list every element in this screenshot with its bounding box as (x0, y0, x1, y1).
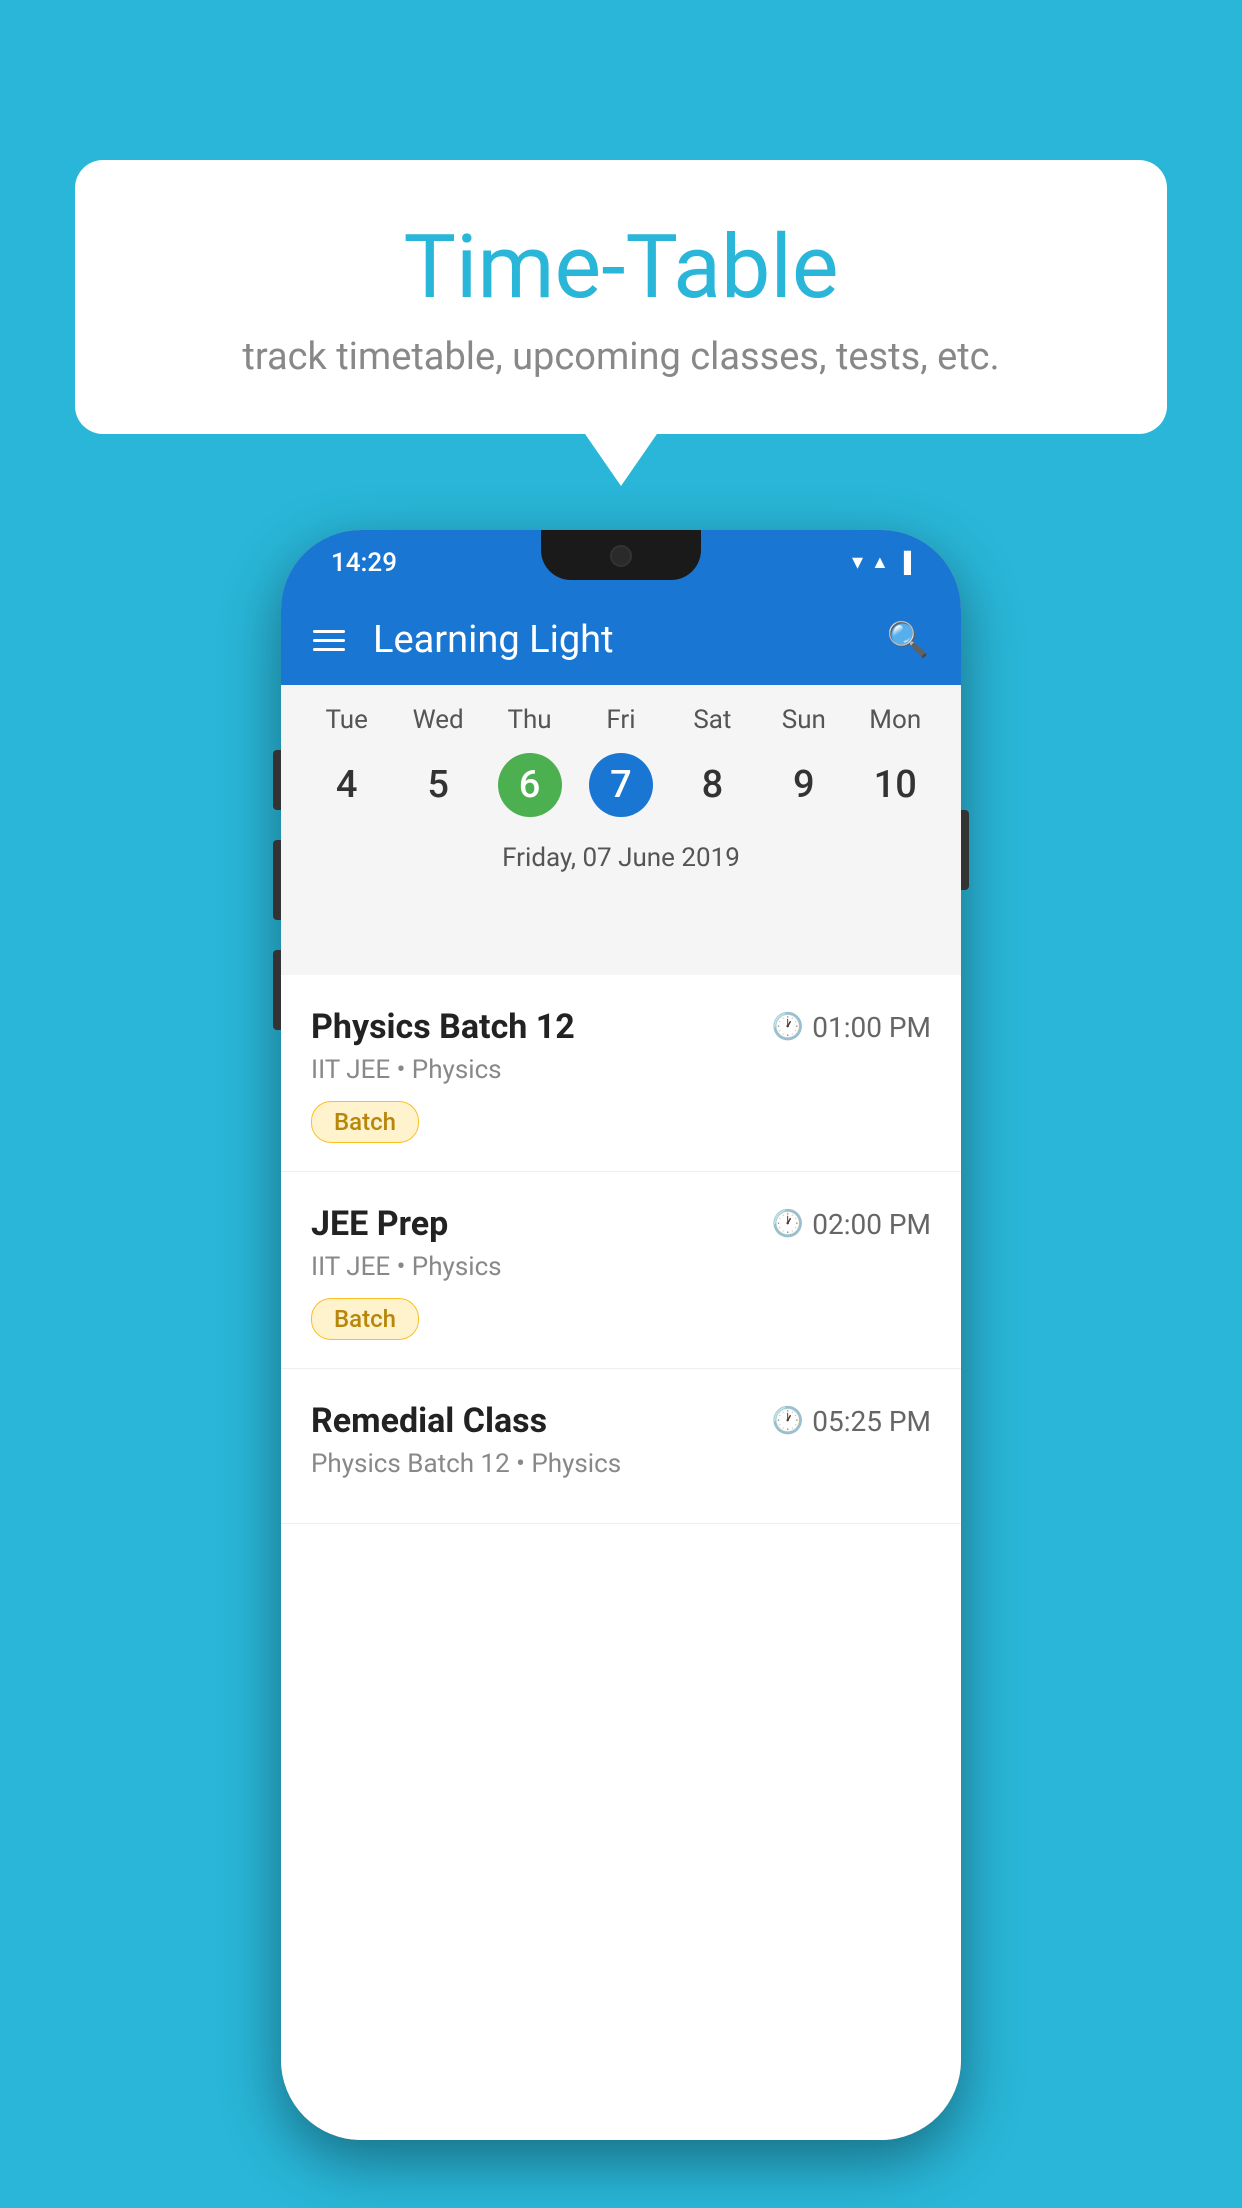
status-icons: ▾ ▲ ▐ (852, 550, 911, 575)
date-7-selected[interactable]: 7 (575, 745, 666, 825)
app-title: Learning Light (373, 618, 859, 662)
schedule-item-jee-prep[interactable]: JEE Prep 🕐 02:00 PM IIT JEE • Physics Ba… (281, 1172, 961, 1369)
speech-bubble-container: Time-Table track timetable, upcoming cla… (75, 160, 1167, 434)
schedule-time-3: 🕐 05:25 PM (772, 1405, 931, 1438)
schedule-item-physics-batch[interactable]: Physics Batch 12 🕐 01:00 PM IIT JEE • Ph… (281, 975, 961, 1172)
schedule-time-1: 🕐 01:00 PM (772, 1011, 931, 1044)
time-value-1: 01:00 PM (812, 1011, 931, 1044)
clock-icon-2: 🕐 (772, 1209, 804, 1239)
day-thu: Thu (484, 705, 575, 735)
phone-screen: 14:29 ▾ ▲ ▐ Learning Light 🔍 (281, 530, 961, 2140)
day-tue: Tue (301, 705, 392, 735)
menu-button[interactable] (313, 630, 345, 651)
volume-up-button (273, 840, 281, 920)
front-camera (610, 545, 632, 567)
battery-icon: ▐ (897, 550, 911, 575)
schedule-item-header-3: Remedial Class 🕐 05:25 PM (311, 1401, 931, 1441)
signal-icon: ▲ (871, 552, 889, 573)
clock-icon-3: 🕐 (772, 1406, 804, 1436)
calendar-section: Tue Wed Thu Fri Sat Sun Mon 4 5 (281, 685, 961, 891)
date-9[interactable]: 9 (758, 745, 849, 825)
schedule-subtitle-3: Physics Batch 12 • Physics (311, 1449, 931, 1479)
volume-down-button (273, 950, 281, 1030)
day-wed: Wed (392, 705, 483, 735)
schedule-item-header-2: JEE Prep 🕐 02:00 PM (311, 1204, 931, 1244)
phone-mockup: 14:29 ▾ ▲ ▐ Learning Light 🔍 (281, 530, 961, 2140)
date-row: 4 5 6 7 8 9 (281, 740, 961, 833)
date-10[interactable]: 10 (850, 745, 941, 825)
clock-icon-1: 🕐 (772, 1012, 804, 1042)
bubble-title: Time-Table (115, 220, 1127, 317)
time-value-2: 02:00 PM (812, 1208, 931, 1241)
schedule-subtitle-2: IIT JEE • Physics (311, 1252, 931, 1282)
schedule-item-header-1: Physics Batch 12 🕐 01:00 PM (311, 1007, 931, 1047)
selected-date-label: Friday, 07 June 2019 (281, 833, 961, 891)
schedule-title-3: Remedial Class (311, 1401, 547, 1441)
schedule-time-2: 🕐 02:00 PM (772, 1208, 931, 1241)
wifi-icon: ▾ (852, 550, 863, 575)
batch-tag-1: Batch (311, 1101, 419, 1143)
schedule-subtitle-1: IIT JEE • Physics (311, 1055, 931, 1085)
schedule-list: Physics Batch 12 🕐 01:00 PM IIT JEE • Ph… (281, 975, 961, 2140)
date-5[interactable]: 5 (392, 745, 483, 825)
schedule-title-1: Physics Batch 12 (311, 1007, 575, 1047)
bubble-subtitle: track timetable, upcoming classes, tests… (115, 335, 1127, 379)
schedule-title-2: JEE Prep (311, 1204, 448, 1244)
batch-tag-2: Batch (311, 1298, 419, 1340)
search-icon[interactable]: 🔍 (887, 620, 929, 660)
app-bar: Learning Light 🔍 (281, 595, 961, 685)
day-sat: Sat (667, 705, 758, 735)
speech-bubble: Time-Table track timetable, upcoming cla… (75, 160, 1167, 434)
day-sun: Sun (758, 705, 849, 735)
phone-container: 14:29 ▾ ▲ ▐ Learning Light 🔍 (80, 530, 1162, 2140)
time-value-3: 05:25 PM (812, 1405, 931, 1438)
date-6-today[interactable]: 6 (484, 745, 575, 825)
day-fri: Fri (575, 705, 666, 735)
day-headers: Tue Wed Thu Fri Sat Sun Mon (281, 685, 961, 740)
date-8[interactable]: 8 (667, 745, 758, 825)
mute-button (273, 750, 281, 810)
date-4[interactable]: 4 (301, 745, 392, 825)
day-mon: Mon (850, 705, 941, 735)
power-button (961, 810, 969, 890)
phone-notch (541, 530, 701, 580)
schedule-item-remedial[interactable]: Remedial Class 🕐 05:25 PM Physics Batch … (281, 1369, 961, 1524)
